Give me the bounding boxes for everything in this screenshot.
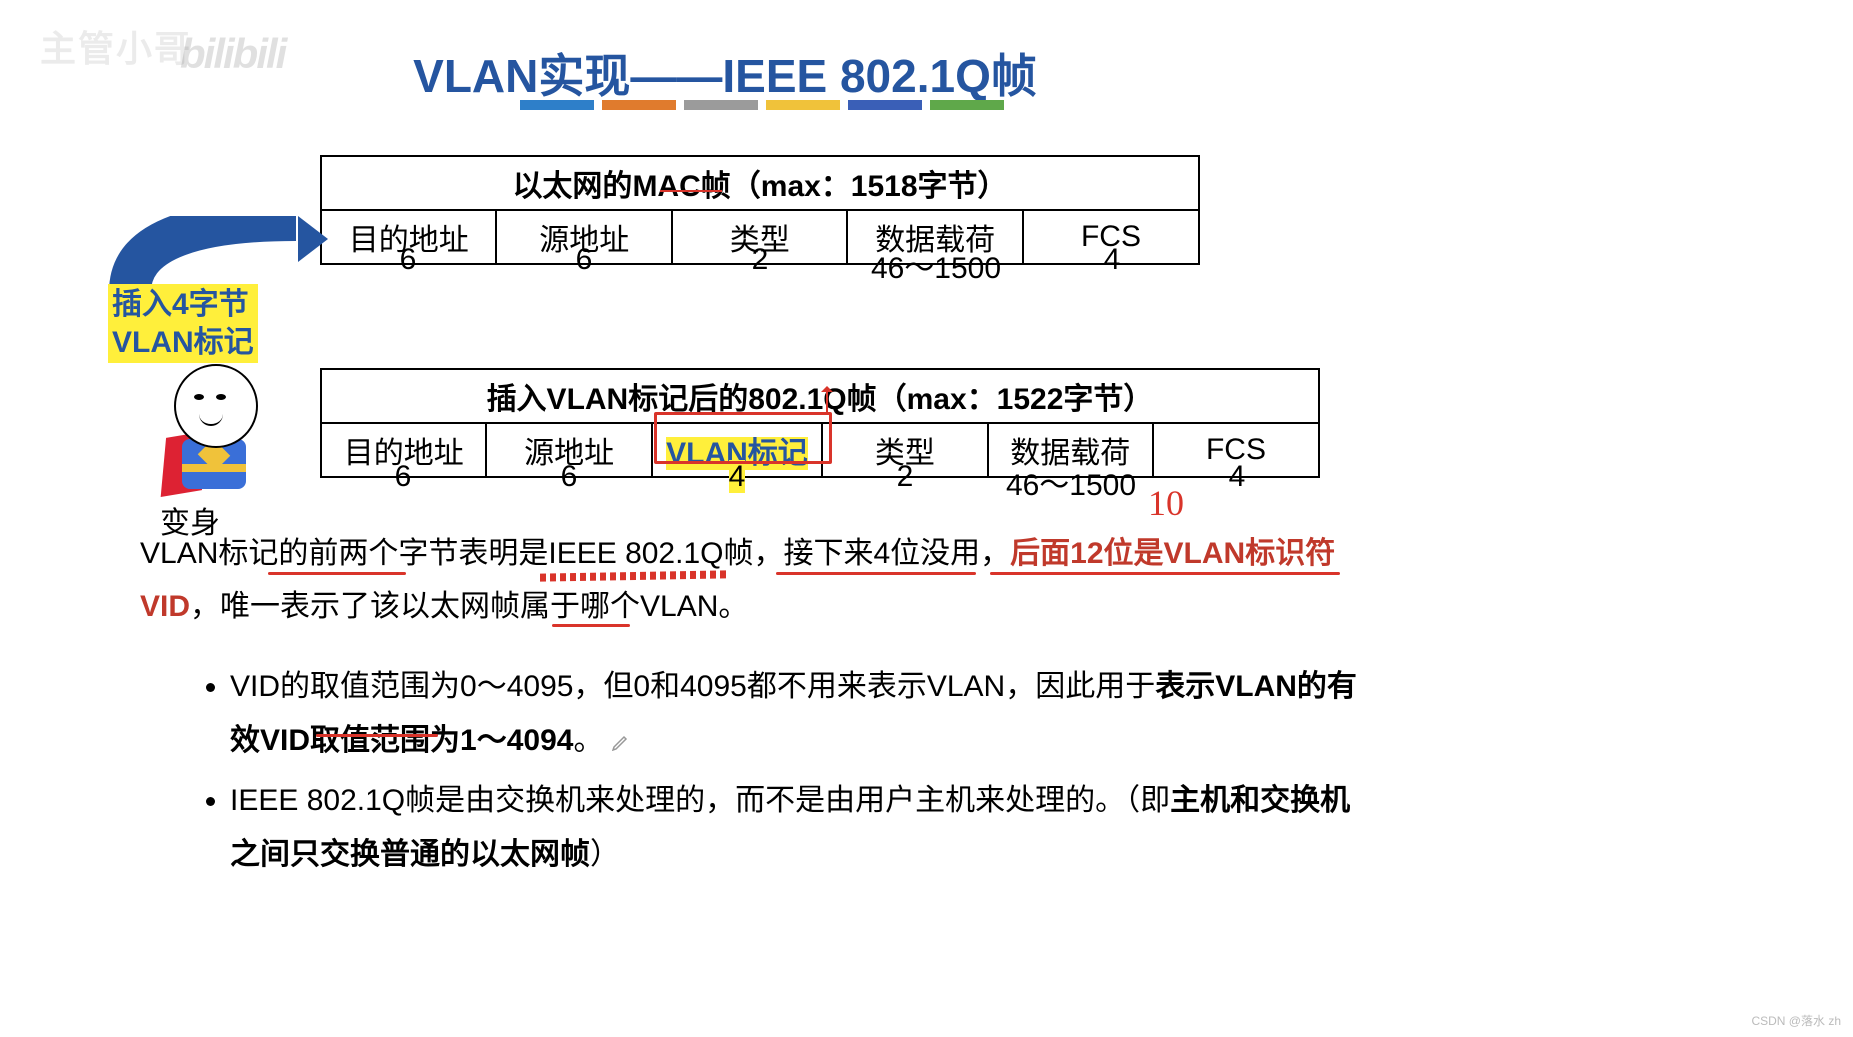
underline-1	[268, 572, 406, 575]
explanation-paragraph: VLAN标记的前两个字节表明是IEEE 802.1Q帧，接下来4位没用，后面12…	[140, 528, 1340, 633]
underline-vlan	[552, 624, 630, 627]
underline-4	[990, 572, 1340, 575]
red-arrow-up	[826, 388, 828, 414]
bullet-1: VID的取值范围为0～4095，但0和4095都不用来表示VLAN，因此用于表示…	[230, 660, 1380, 768]
mac-frame-sizes: 6 6 2 46～1500 4	[320, 243, 1200, 287]
dot1q-caption: 插入VLAN标记后的802.1Q帧（max：1522字节）	[321, 369, 1319, 423]
bullet-list: VID的取值范围为0～4095，但0和4095都不用来表示VLAN，因此用于表示…	[160, 660, 1380, 888]
superman-meme-avatar	[154, 364, 274, 504]
page-title: VLAN实现——IEEE 802.1Q帧	[0, 40, 1450, 106]
csdn-watermark: CSDN @落水 zh	[1751, 1012, 1841, 1029]
mac-frame-caption: 以太网的MAC帧（max：1518字节）	[321, 156, 1199, 210]
title-underline-bars	[520, 100, 1004, 110]
underline-3	[776, 572, 976, 575]
insert-4byte-note: 插入4字节 VLAN标记	[108, 284, 258, 363]
mac-word: MAC	[632, 170, 700, 203]
mac-red-underline	[660, 190, 722, 192]
underline-1-4094	[316, 734, 438, 737]
pencil-icon	[612, 733, 630, 751]
bullet-2: IEEE 802.1Q帧是由交换机来处理的，而不是由用户主机来处理的。（即主机和…	[230, 774, 1380, 882]
handwritten-10: 10	[1148, 482, 1184, 524]
